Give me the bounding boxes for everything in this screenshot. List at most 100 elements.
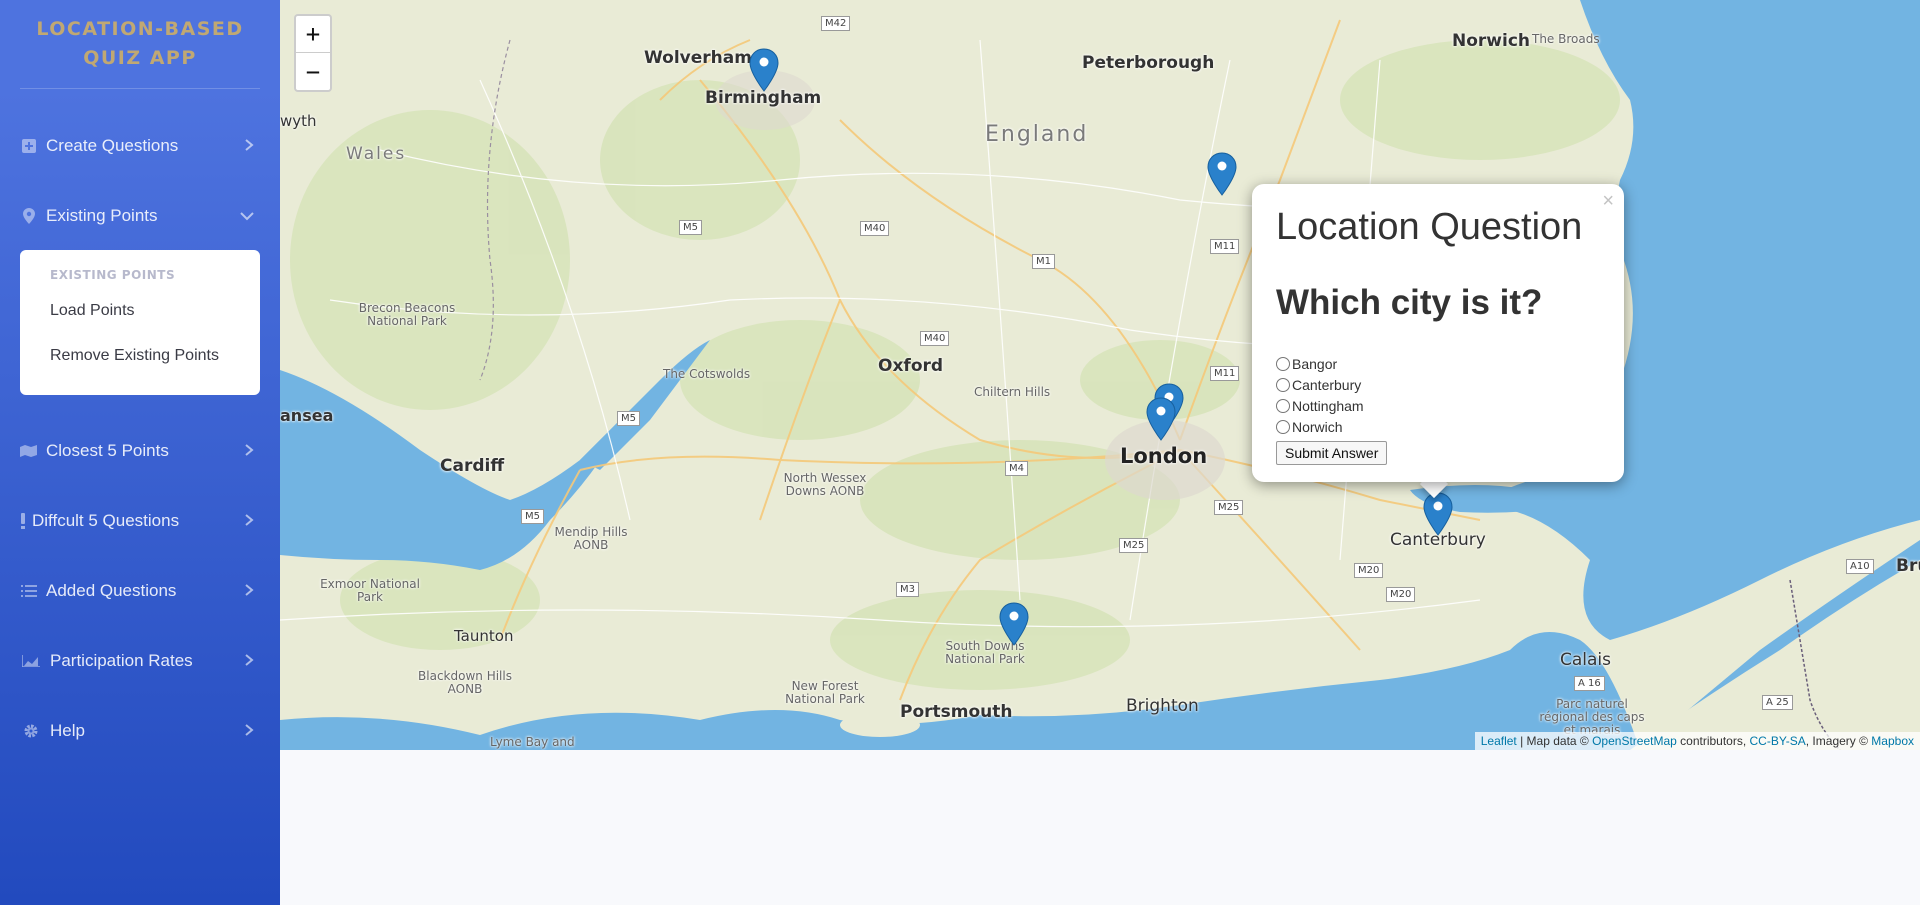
map-marker-icon <box>20 207 38 225</box>
road-label: A 25 <box>1762 695 1793 710</box>
zoom-control: + − <box>294 14 332 92</box>
place-label: London <box>1120 444 1208 468</box>
sidebar-item-participation-rates[interactable]: Participation Rates <box>0 636 280 686</box>
answer-radio[interactable] <box>1276 356 1290 371</box>
road-label: M40 <box>920 331 950 346</box>
map-view[interactable]: Wolverhampt Birmingham Peterborough Norw… <box>280 0 1920 750</box>
gear-icon <box>20 722 42 740</box>
road-label: M5 <box>521 509 544 524</box>
chevron-right-icon <box>244 583 254 600</box>
attribution-text: | Map data © <box>1516 734 1593 748</box>
map-marker-birmingham[interactable] <box>749 48 779 92</box>
road-label: A 16 <box>1574 676 1605 691</box>
map-attribution: Leaflet | Map data © OpenStreetMap contr… <box>1474 732 1920 750</box>
place-label: Oxford <box>878 356 944 376</box>
brand-title[interactable]: LOCATION-BASED QUIZ APP <box>0 0 280 88</box>
answer-option[interactable]: Bangor <box>1276 353 1600 374</box>
load-points-link[interactable]: Load Points <box>50 296 260 341</box>
map-marker-peterborough[interactable] <box>1207 152 1237 196</box>
map-marker-london[interactable] <box>1146 397 1176 441</box>
map-marker-canterbury[interactable] <box>1423 492 1453 536</box>
sidebar-item-existing-points[interactable]: Existing Points <box>0 191 280 241</box>
road-label: M40 <box>860 221 890 236</box>
place-label: Norwich <box>1452 31 1531 51</box>
road-label: A10 <box>1846 559 1874 574</box>
answer-radio[interactable] <box>1276 419 1290 434</box>
remove-existing-points-link[interactable]: Remove Existing Points <box>50 341 260 386</box>
road-label: M11 <box>1210 239 1240 254</box>
sidebar-item-label: Added Questions <box>46 581 177 600</box>
chevron-down-icon <box>240 208 254 225</box>
road-label: M42 <box>821 16 851 31</box>
popup-title: Location Question <box>1276 206 1583 248</box>
cc-by-sa-link[interactable]: CC-BY-SA <box>1750 734 1806 748</box>
answer-label: Bangor <box>1292 355 1338 372</box>
place-label: Calais <box>1560 650 1612 670</box>
road-label: M3 <box>896 582 919 597</box>
road-label: M1 <box>1032 254 1055 269</box>
road-label: M20 <box>1386 587 1416 602</box>
map-tiles <box>280 0 1920 750</box>
place-label: Blackdown Hills AONB <box>418 669 512 696</box>
map-icon <box>20 442 38 460</box>
answer-label: Norwich <box>1292 418 1343 435</box>
place-label: Mendip Hills AONB <box>554 525 628 552</box>
plus-square-icon <box>20 137 38 155</box>
place-label: Peterborough <box>1082 53 1215 73</box>
submit-answer-button[interactable]: Submit Answer <box>1276 441 1388 465</box>
road-label: M25 <box>1214 500 1244 515</box>
sidebar-item-create-questions[interactable]: Create Questions <box>0 121 280 171</box>
road-label: M11 <box>1210 366 1240 381</box>
place-label: Lyme Bay and <box>490 735 575 749</box>
location-question-popup: × Location Question Which city is it? Ba… <box>1252 184 1624 482</box>
place-label: wyth <box>280 112 317 130</box>
sidebar-item-label: Help <box>50 721 85 740</box>
area-chart-icon <box>20 652 42 670</box>
leaflet-link[interactable]: Leaflet <box>1481 734 1517 748</box>
answer-radio[interactable] <box>1276 377 1290 392</box>
place-label: ansea <box>280 406 334 425</box>
place-label: Exmoor National Park <box>320 577 420 604</box>
sidebar-item-help[interactable]: Help <box>0 706 280 756</box>
chevron-right-icon <box>244 653 254 670</box>
place-label: The Cotswolds <box>663 367 751 381</box>
place-label: Taunton <box>454 627 514 645</box>
place-label: Brighton <box>1126 696 1199 716</box>
place-label: England <box>985 122 1089 147</box>
answer-label: Nottingham <box>1292 397 1364 414</box>
place-label: Cardiff <box>440 456 505 476</box>
answer-options: Bangor Canterbury Nottingham Norwich <box>1276 353 1600 437</box>
close-icon[interactable]: × <box>1602 190 1614 213</box>
answer-radio[interactable] <box>1276 398 1290 413</box>
sidebar-item-label: Diffcult 5 Questions <box>32 511 180 530</box>
place-label: Portsmouth <box>900 702 1013 722</box>
answer-option[interactable]: Norwich <box>1276 416 1600 437</box>
sidebar-item-label: Existing Points <box>46 206 158 225</box>
content-area <box>280 750 1920 905</box>
place-label: New Forest National Park <box>785 679 865 706</box>
answer-option[interactable]: Canterbury <box>1276 374 1600 395</box>
openstreetmap-link[interactable]: OpenStreetMap <box>1592 734 1677 748</box>
sidebar-item-difficult-5-questions[interactable]: Diffcult 5 Questions <box>0 496 280 546</box>
sidebar-item-closest-5-points[interactable]: Closest 5 Points <box>0 426 280 476</box>
answer-option[interactable]: Nottingham <box>1276 395 1600 416</box>
zoom-out-button[interactable]: − <box>296 53 330 90</box>
place-label: Wales <box>346 144 407 164</box>
sidebar: LOCATION-BASED QUIZ APP Create Questions… <box>0 0 280 905</box>
place-label: Bru <box>1896 556 1920 576</box>
sidebar-item-label: Closest 5 Points <box>46 441 169 460</box>
mapbox-link[interactable]: Mapbox <box>1871 734 1914 748</box>
sidebar-item-added-questions[interactable]: Added Questions <box>0 566 280 616</box>
exclamation-icon <box>20 512 26 530</box>
list-icon <box>20 582 38 600</box>
map-marker-south-downs[interactable] <box>999 602 1029 646</box>
sidebar-item-label: Participation Rates <box>50 651 193 670</box>
road-label: M20 <box>1354 563 1384 578</box>
road-label: M5 <box>617 411 640 426</box>
road-label: M25 <box>1119 538 1149 553</box>
road-label: M5 <box>679 220 702 235</box>
zoom-in-button[interactable]: + <box>296 16 330 53</box>
attribution-text: contributors, <box>1676 734 1750 748</box>
place-label: Brecon Beacons National Park <box>358 301 456 328</box>
sidebar-divider <box>20 88 260 89</box>
